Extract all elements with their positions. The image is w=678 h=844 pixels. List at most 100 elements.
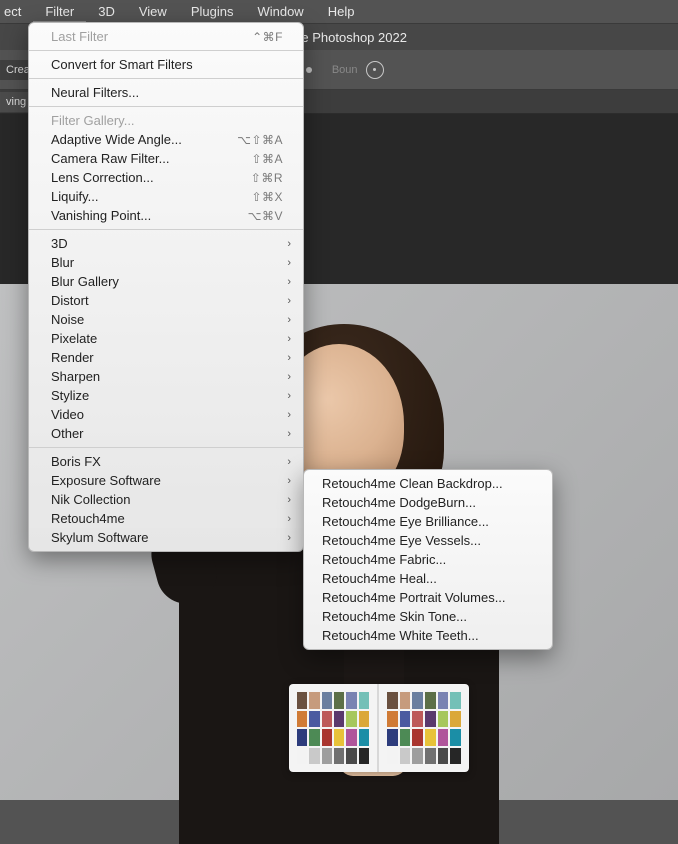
chevron-right-icon: › [287,295,291,307]
menu-retouch4me-portrait-volumes[interactable]: Retouch4me Portrait Volumes... [304,588,552,607]
color-swatch [322,748,332,765]
menu-other[interactable]: Other› [29,424,303,443]
chevron-right-icon: › [287,475,291,487]
menu-retouch4me-white-teeth[interactable]: Retouch4me White Teeth... [304,626,552,645]
menu-video[interactable]: Video› [29,405,303,424]
menu-render[interactable]: Render› [29,348,303,367]
color-swatch [297,748,307,765]
color-swatch [309,711,319,728]
option-bound-trunc: Boun [332,64,358,76]
color-swatch [450,692,461,709]
menu-lens-correction[interactable]: Lens Correction... ⇧⌘R [29,168,303,187]
menu-pixelate[interactable]: Pixelate› [29,329,303,348]
menu-retouch4me-skin-tone[interactable]: Retouch4me Skin Tone... [304,607,552,626]
menu-3d[interactable]: 3D [86,0,127,23]
color-swatch [334,711,344,728]
color-swatch [322,692,332,709]
color-swatch [346,748,356,765]
color-swatch [438,692,449,709]
menu-skylum-software[interactable]: Skylum Software› [29,528,303,547]
color-swatch [334,692,344,709]
chevron-right-icon: › [287,532,291,544]
color-swatch [400,711,411,728]
color-swatch [387,748,398,765]
option-dot-icon [306,67,312,73]
menu-retouch4me-clean-backdrop[interactable]: Retouch4me Clean Backdrop... [304,474,552,493]
menu-noise[interactable]: Noise› [29,310,303,329]
menu-boris-fx[interactable]: Boris FX› [29,452,303,471]
color-swatch [359,729,369,746]
color-swatch [387,711,398,728]
filter-dropdown: Last Filter ⌃⌘F Convert for Smart Filter… [28,22,304,552]
color-swatch [359,748,369,765]
chevron-right-icon: › [287,371,291,383]
menu-window[interactable]: Window [245,0,315,23]
color-swatch [346,711,356,728]
chevron-right-icon: › [287,456,291,468]
color-swatch [359,692,369,709]
color-swatch [309,748,319,765]
menu-retouch4me-dodgeburn[interactable]: Retouch4me DodgeBurn... [304,493,552,512]
color-swatch [400,692,411,709]
color-swatch [334,729,344,746]
menu-convert-smart-filters[interactable]: Convert for Smart Filters [29,55,303,74]
color-swatch [425,711,436,728]
chevron-right-icon: › [287,276,291,288]
color-swatch [438,729,449,746]
menu-plugins[interactable]: Plugins [179,0,246,23]
chevron-right-icon: › [287,494,291,506]
menu-neural-filters[interactable]: Neural Filters... [29,83,303,102]
menu-liquify[interactable]: Liquify... ⇧⌘X [29,187,303,206]
menu-view[interactable]: View [127,0,179,23]
menu-blur[interactable]: Blur› [29,253,303,272]
color-swatch [359,711,369,728]
menu-distort[interactable]: Distort› [29,291,303,310]
color-swatch [387,729,398,746]
color-swatch [438,711,449,728]
color-swatch [309,692,319,709]
menu-exposure-software[interactable]: Exposure Software› [29,471,303,490]
menu-adaptive-wide-angle[interactable]: Adaptive Wide Angle... ⌥⇧⌘A [29,130,303,149]
color-swatch [450,748,461,765]
menu-retouch4me-eye-brilliance[interactable]: Retouch4me Eye Brilliance... [304,512,552,531]
retouch4me-submenu: Retouch4me Clean Backdrop...Retouch4me D… [303,469,553,650]
color-swatch [346,729,356,746]
menu-retouch4me[interactable]: Retouch4me› [29,509,303,528]
menu-retouch4me-eye-vessels[interactable]: Retouch4me Eye Vessels... [304,531,552,550]
color-swatch [297,692,307,709]
menu-select-trunc[interactable]: ect [0,0,33,23]
color-swatch [322,729,332,746]
color-swatch [450,711,461,728]
menu-stylize[interactable]: Stylize› [29,386,303,405]
menu-help[interactable]: Help [316,0,367,23]
menu-vanishing-point[interactable]: Vanishing Point... ⌥⌘V [29,206,303,225]
menu-nik-collection[interactable]: Nik Collection› [29,490,303,509]
color-swatch [322,711,332,728]
chevron-right-icon: › [287,513,291,525]
color-swatch [346,692,356,709]
brush-preview-icon[interactable] [366,61,384,79]
menu-camera-raw-filter[interactable]: Camera Raw Filter... ⇧⌘A [29,149,303,168]
menu-retouch4me-fabric[interactable]: Retouch4me Fabric... [304,550,552,569]
color-swatch [334,748,344,765]
color-swatch [412,711,423,728]
menu-filter[interactable]: Filter [33,0,86,23]
color-swatch [400,729,411,746]
menu-3d[interactable]: 3D› [29,234,303,253]
chevron-right-icon: › [287,333,291,345]
color-swatch [297,729,307,746]
color-swatch [412,692,423,709]
menu-sharpen[interactable]: Sharpen› [29,367,303,386]
menu-retouch4me-heal[interactable]: Retouch4me Heal... [304,569,552,588]
color-swatch [412,748,423,765]
color-swatch [297,711,307,728]
menubar: ect Filter 3D View Plugins Window Help [0,0,678,24]
color-swatch [425,748,436,765]
menu-blur-gallery[interactable]: Blur Gallery› [29,272,303,291]
color-swatch [412,729,423,746]
chevron-right-icon: › [287,428,291,440]
chevron-right-icon: › [287,238,291,250]
chevron-right-icon: › [287,257,291,269]
chevron-right-icon: › [287,390,291,402]
color-swatch [450,729,461,746]
